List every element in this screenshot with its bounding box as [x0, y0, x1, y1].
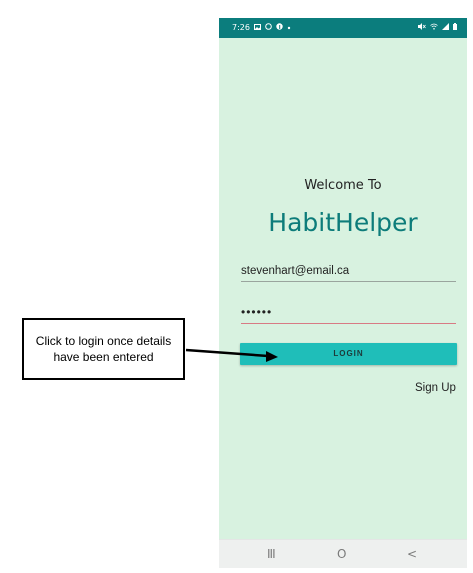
annotation-arrow [185, 348, 278, 362]
